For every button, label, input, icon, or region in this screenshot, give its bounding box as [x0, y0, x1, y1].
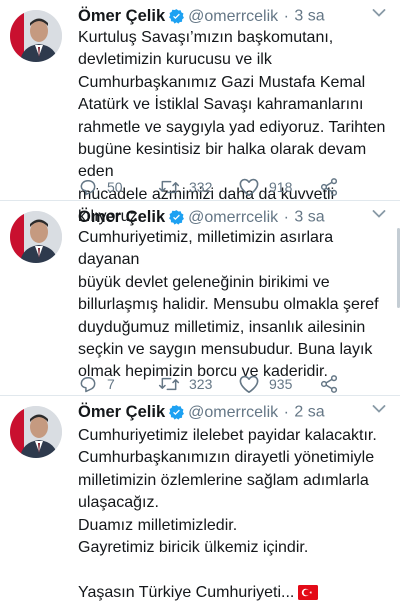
- author-name[interactable]: Ömer Çelik: [78, 403, 165, 421]
- tweet-actions: 7 323 935: [78, 373, 388, 395]
- chevron-down-icon[interactable]: [372, 404, 386, 414]
- verified-badge-icon: [169, 405, 185, 420]
- reply-count: 7: [107, 376, 115, 392]
- tweet-text-body: Cumhuriyetimiz ilelebet payidar kalacakt…: [78, 427, 377, 601]
- like-button[interactable]: 935: [238, 373, 292, 395]
- reply-count: 50: [107, 179, 123, 195]
- retweet-count: 323: [189, 376, 213, 392]
- author-handle[interactable]: @omerrcelik: [188, 209, 278, 226]
- share-button[interactable]: [319, 373, 339, 395]
- reply-icon: [80, 180, 96, 196]
- timestamp[interactable]: 3 sa: [294, 209, 324, 226]
- avatar[interactable]: [10, 10, 62, 62]
- reply-button[interactable]: 50: [78, 176, 123, 198]
- author-name[interactable]: Ömer Çelik: [78, 7, 165, 25]
- avatar[interactable]: [10, 406, 62, 458]
- like-icon: [239, 178, 259, 196]
- tweet-text: Cumhuriyetimiz ilelebet payidar kalacakt…: [78, 425, 396, 604]
- tweet-actions: 50 332 918: [78, 176, 388, 198]
- retweet-button[interactable]: 332: [158, 176, 212, 198]
- author-handle[interactable]: @omerrcelik: [188, 404, 278, 421]
- tweet-header: Ömer Çelik @omerrcelik · 3 sa: [78, 7, 392, 29]
- reply-button[interactable]: 7: [78, 373, 115, 395]
- tweet[interactable]: Ömer Çelik @omerrcelik · 3 sa Kurtuluş Sa…: [0, 0, 400, 225]
- author-name[interactable]: Ömer Çelik: [78, 208, 165, 226]
- tweet-text: Cumhuriyetimiz, milletimizin asırlara da…: [78, 229, 379, 381]
- separator-dot: ·: [283, 7, 289, 25]
- retweet-icon: [158, 377, 180, 391]
- separator-dot: ·: [283, 403, 289, 421]
- retweet-count: 332: [189, 179, 213, 195]
- verified-badge-icon: [169, 9, 185, 24]
- retweet-icon: [158, 180, 180, 194]
- avatar[interactable]: [10, 211, 62, 263]
- reply-icon: [80, 377, 96, 393]
- tweet[interactable]: Ömer Çelik @omerrcelik · 3 sa Cumhuriyeti…: [0, 201, 400, 395]
- tweet[interactable]: Ömer Çelik @omerrcelik · 2 sa Cumhuriyeti…: [0, 396, 400, 601]
- timestamp[interactable]: 3 sa: [294, 8, 324, 25]
- share-icon: [320, 375, 338, 393]
- like-icon: [239, 375, 259, 393]
- like-count: 918: [269, 179, 293, 195]
- like-button[interactable]: 918: [238, 176, 292, 198]
- like-count: 935: [269, 376, 293, 392]
- share-icon: [320, 178, 338, 196]
- timestamp[interactable]: 2 sa: [294, 404, 324, 421]
- separator-dot: ·: [283, 208, 289, 226]
- verified-badge-icon: [169, 210, 185, 225]
- turkey-flag-icon: [298, 584, 319, 600]
- share-button[interactable]: [319, 176, 339, 198]
- chevron-down-icon[interactable]: [372, 8, 386, 18]
- retweet-button[interactable]: 323: [158, 373, 212, 395]
- tweet-text: Kurtuluş Savaşı’mızın başkomutanı, devle…: [78, 29, 386, 226]
- chevron-down-icon[interactable]: [372, 209, 386, 219]
- tweet-header: Ömer Çelik @omerrcelik · 2 sa: [78, 403, 392, 425]
- author-handle[interactable]: @omerrcelik: [188, 8, 278, 25]
